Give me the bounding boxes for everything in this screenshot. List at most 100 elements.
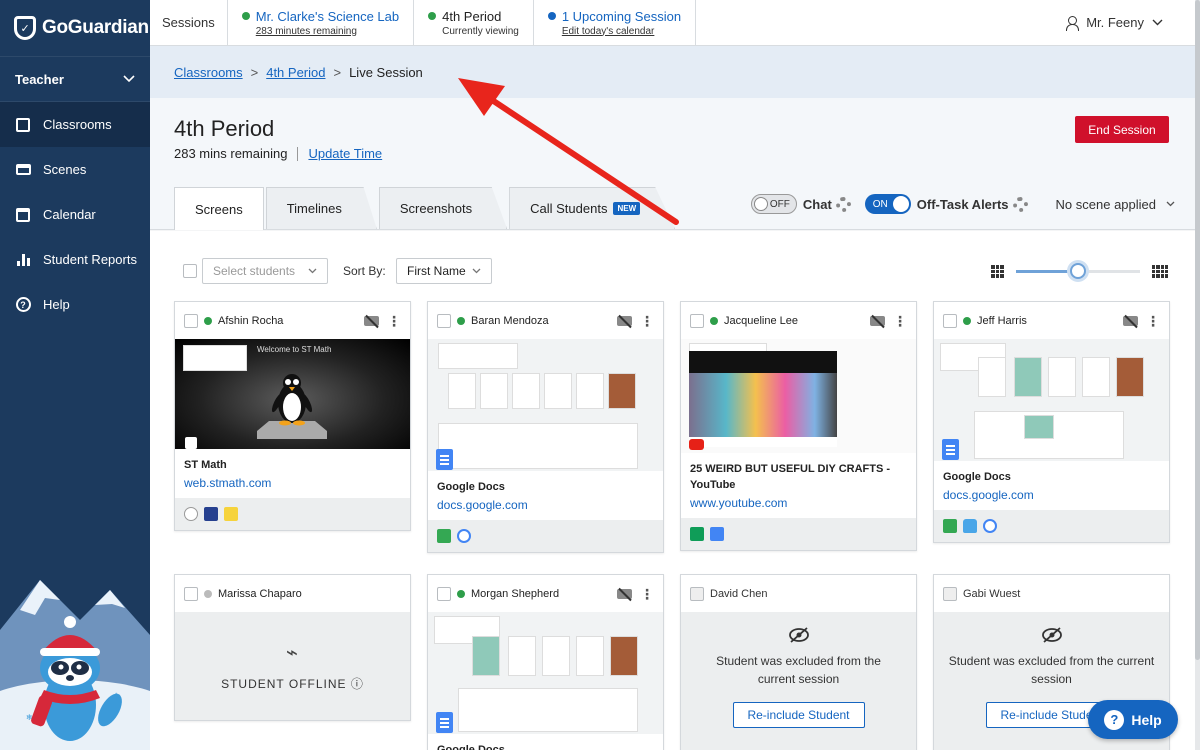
session-subtitle: Currently viewing xyxy=(442,25,519,37)
session-science-lab[interactable]: Mr. Clarke's Science Lab 283 minutes rem… xyxy=(228,0,415,45)
sort-by-label: Sort By: xyxy=(343,264,386,278)
google-docs-icon[interactable] xyxy=(710,527,724,541)
sort-dropdown[interactable]: First Name xyxy=(396,258,492,284)
sidebar-item-classrooms[interactable]: Classrooms xyxy=(0,102,150,147)
student-card[interactable]: David Chen Student was excluded from the… xyxy=(680,574,917,750)
google-icon[interactable] xyxy=(457,529,471,543)
more-options-icon[interactable]: ⋮ xyxy=(1146,314,1160,328)
session-4th-period[interactable]: 4th Period Currently viewing xyxy=(414,0,534,45)
site-title: Google Docs xyxy=(437,481,505,493)
student-card[interactable]: Afshin Rocha ⋮ Welcome to ST Math ST Mat… xyxy=(174,301,411,531)
user-menu[interactable]: Mr. Feeny xyxy=(1066,0,1195,45)
sessions-label: Sessions xyxy=(162,15,215,30)
gear-icon[interactable] xyxy=(1012,196,1028,212)
more-options-icon[interactable]: ⋮ xyxy=(387,314,401,328)
student-checkbox[interactable] xyxy=(437,313,451,328)
ixl-icon[interactable] xyxy=(224,507,238,521)
student-card[interactable]: Morgan Shepherd ⋮ Google Docs xyxy=(427,574,664,750)
off-task-alerts-label: Off-Task Alerts xyxy=(916,196,1009,212)
update-time-link[interactable]: Update Time xyxy=(308,146,382,161)
student-checkbox[interactable] xyxy=(690,586,704,601)
tab-timelines[interactable]: Timelines xyxy=(265,187,377,229)
site-url[interactable]: docs.google.com xyxy=(943,488,1160,502)
tab-call-students[interactable]: Call Students NEW xyxy=(509,187,676,229)
lock-icon[interactable] xyxy=(963,519,977,533)
session-upcoming[interactable]: 1 Upcoming Session Edit today's calendar xyxy=(534,0,697,45)
student-card[interactable]: Baran Mendoza ⋮ Google Docs docs.google.… xyxy=(427,301,664,553)
unplugged-icon: ⌁ xyxy=(285,642,300,664)
student-checkbox[interactable] xyxy=(943,313,957,328)
site-url[interactable]: docs.google.com xyxy=(437,498,654,512)
thumbnail-caption: Welcome to ST Math xyxy=(257,345,332,354)
status-dot xyxy=(241,12,250,20)
student-card[interactable]: Marissa Chaparo ⌁ STUDENT OFFLINE ⓘ xyxy=(174,574,411,721)
screen-thumbnail[interactable]: Welcome to ST Math xyxy=(175,339,410,449)
small-grid-icon[interactable] xyxy=(1152,265,1168,278)
select-students-dropdown[interactable]: Select students xyxy=(202,258,328,284)
sidebar-item-calendar[interactable]: Calendar xyxy=(0,192,150,237)
soccer-ball-icon[interactable] xyxy=(184,507,198,521)
screen-thumbnail[interactable] xyxy=(681,339,916,453)
status-dot xyxy=(963,316,971,325)
gear-icon[interactable] xyxy=(835,196,851,212)
large-grid-icon[interactable] xyxy=(991,265,1004,278)
hide-screen-icon[interactable] xyxy=(1123,315,1140,327)
more-options-icon[interactable]: ⋮ xyxy=(640,314,654,328)
cube-app-icon[interactable] xyxy=(943,519,957,533)
tab-screenshots[interactable]: Screenshots xyxy=(378,187,508,229)
student-card[interactable]: Jeff Harris ⋮ Google Docs docs.google.co… xyxy=(933,301,1170,543)
help-button[interactable]: ? Help xyxy=(1088,700,1178,739)
student-checkbox[interactable] xyxy=(184,313,198,328)
scenes-icon xyxy=(15,163,31,177)
hide-screen-icon[interactable] xyxy=(617,315,634,327)
chat-toggle[interactable]: OFF xyxy=(750,194,797,214)
google-icon[interactable] xyxy=(983,519,997,533)
end-session-button[interactable]: End Session xyxy=(1075,116,1169,143)
more-options-icon[interactable]: ⋮ xyxy=(640,587,654,601)
off-task-alerts-toggle[interactable]: ON xyxy=(864,194,911,214)
student-checkbox[interactable] xyxy=(437,586,451,601)
status-dot xyxy=(547,12,556,20)
screen-thumbnail[interactable] xyxy=(428,612,663,734)
breadcrumb-4th-period[interactable]: 4th Period xyxy=(266,65,325,80)
sessions-menu[interactable]: Sessions xyxy=(150,0,228,45)
app-icon[interactable] xyxy=(204,507,218,521)
tab-screens[interactable]: Screens xyxy=(174,187,264,230)
recent-tabs xyxy=(681,518,916,550)
hide-screen-icon[interactable] xyxy=(870,315,887,327)
google-docs-icon xyxy=(436,449,453,470)
scene-dropdown[interactable]: No scene applied xyxy=(1056,197,1175,212)
sidebar-item-scenes[interactable]: Scenes xyxy=(0,147,150,192)
screen-thumbnail[interactable] xyxy=(428,339,663,471)
student-checkbox[interactable] xyxy=(690,313,704,328)
sidebar-item-student-reports[interactable]: Student Reports xyxy=(0,237,150,282)
sidebar-item-help[interactable]: ? Help xyxy=(0,282,150,327)
select-all-checkbox[interactable] xyxy=(183,264,197,278)
student-checkbox[interactable] xyxy=(943,586,957,601)
status-dot xyxy=(204,316,212,325)
calendar-icon xyxy=(15,207,31,222)
screen-thumbnail[interactable] xyxy=(934,339,1169,461)
site-url[interactable]: www.youtube.com xyxy=(690,496,907,510)
thumbnail-size-slider[interactable] xyxy=(1016,263,1140,279)
google-sheets-icon[interactable] xyxy=(690,527,704,541)
slider-handle[interactable] xyxy=(1070,263,1086,279)
chevron-down-icon xyxy=(123,75,135,83)
re-include-student-button[interactable]: Re-include Student xyxy=(732,702,865,728)
student-checkbox[interactable] xyxy=(184,586,198,601)
hide-screen-icon[interactable] xyxy=(617,588,634,600)
hide-screen-icon[interactable] xyxy=(364,315,381,327)
status-dot xyxy=(204,589,212,598)
role-selector[interactable]: Teacher xyxy=(0,56,150,102)
student-card[interactable]: Jacqueline Lee ⋮ 25 WEIRD BUT USEFUL DIY… xyxy=(680,301,917,551)
site-url[interactable]: web.stmath.com xyxy=(184,476,401,490)
page-scrollbar[interactable] xyxy=(1195,0,1200,750)
chevron-down-icon xyxy=(308,268,317,274)
cube-app-icon[interactable] xyxy=(437,529,451,543)
recent-tabs xyxy=(175,498,410,530)
breadcrumb-classrooms[interactable]: Classrooms xyxy=(174,65,243,80)
student-name: Gabi Wuest xyxy=(963,587,1021,600)
brand-logo[interactable]: ✓ GoGuardian xyxy=(0,0,150,56)
more-options-icon[interactable]: ⋮ xyxy=(893,314,907,328)
edit-calendar-link[interactable]: Edit today's calendar xyxy=(562,26,681,37)
